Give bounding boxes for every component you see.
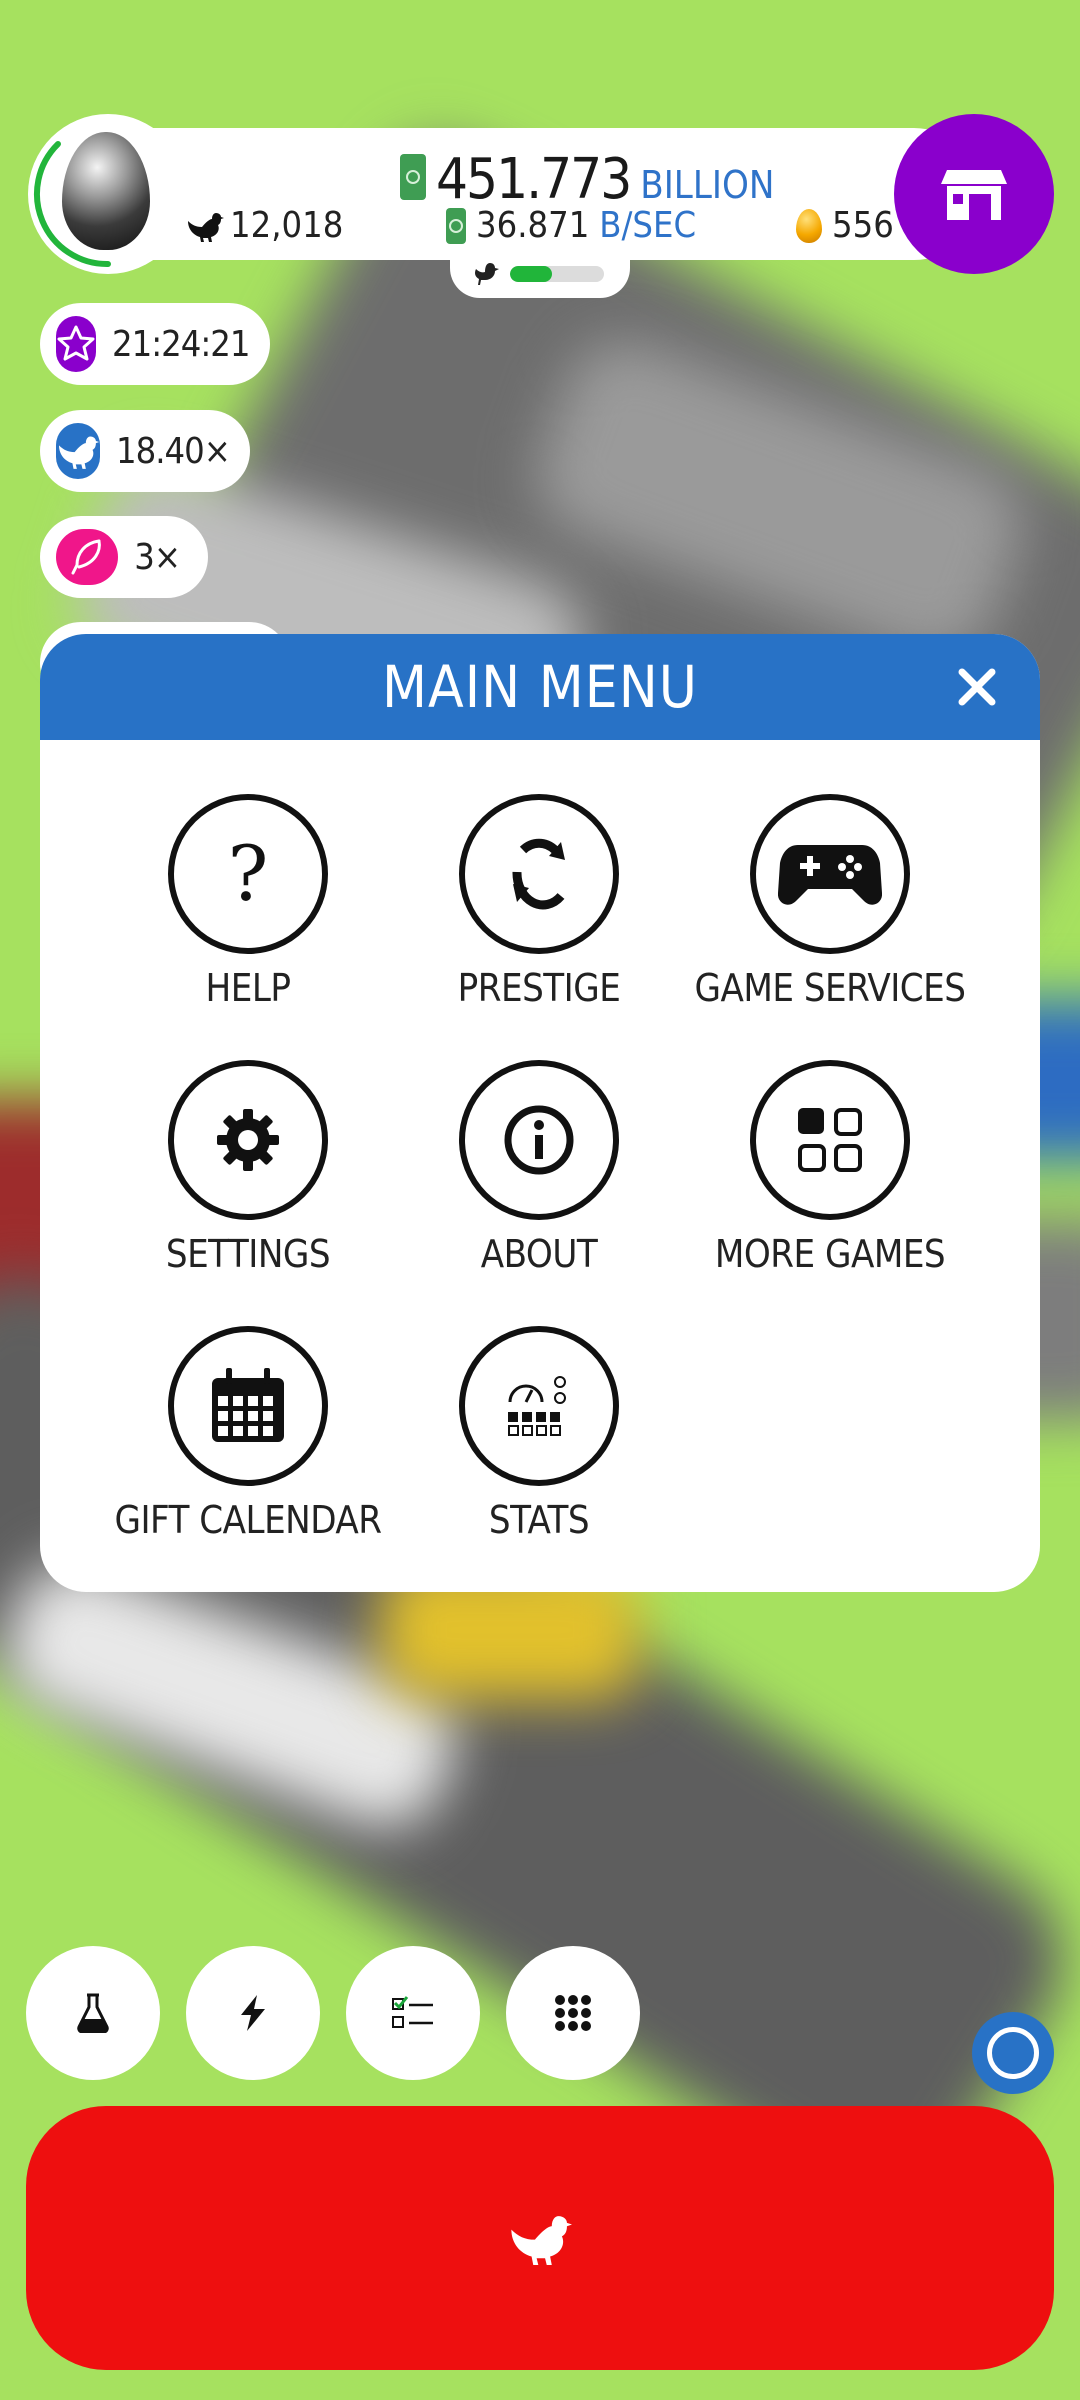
menu-item-stats[interactable]: STATS bbox=[394, 1326, 684, 1566]
menu-button[interactable] bbox=[506, 1946, 640, 2080]
chicken-multiplier: 18.40× bbox=[116, 430, 231, 472]
menu-item-help[interactable]: ? HELP bbox=[103, 794, 393, 1034]
habitat-progress-bar bbox=[510, 266, 604, 282]
chick-icon bbox=[475, 263, 499, 285]
feather-multiplier: 3× bbox=[134, 536, 181, 578]
chicken-count-value: 12,018 bbox=[230, 205, 344, 246]
calendar-icon bbox=[168, 1326, 328, 1486]
menu-item-label: ABOUT bbox=[480, 1232, 598, 1276]
chicken-count: 12,018 bbox=[186, 205, 343, 246]
cash-icon bbox=[400, 154, 426, 200]
boost-pill-feather[interactable]: 3× bbox=[40, 516, 208, 598]
close-icon bbox=[958, 668, 996, 706]
shop-button[interactable] bbox=[894, 114, 1054, 274]
menu-item-label: HELP bbox=[205, 966, 291, 1010]
hatch-chicken-button[interactable] bbox=[26, 2106, 1054, 2370]
shop-icon bbox=[941, 170, 1007, 220]
boost-pill-star[interactable]: 21:24:21 bbox=[40, 303, 270, 385]
dots-grid-icon bbox=[555, 1995, 591, 2031]
info-icon bbox=[459, 1060, 619, 1220]
flask-icon bbox=[77, 1993, 109, 2033]
main-menu-title: MAIN MENU bbox=[382, 653, 698, 721]
cash-icon bbox=[446, 207, 466, 244]
research-button[interactable] bbox=[26, 1946, 160, 2080]
money-display: 451.773 BILLION bbox=[400, 138, 774, 208]
menu-item-label: MORE GAMES bbox=[714, 1232, 946, 1276]
menu-item-about[interactable]: ABOUT bbox=[394, 1060, 684, 1300]
gamepad-icon bbox=[750, 794, 910, 954]
money-unit: BILLION bbox=[640, 163, 775, 207]
chicken-icon bbox=[188, 212, 224, 242]
checklist-icon bbox=[392, 1996, 433, 2028]
menu-item-label: GIFT CALENDAR bbox=[114, 1498, 382, 1542]
prestige-egg-icon bbox=[459, 794, 619, 954]
money-value: 451.773 bbox=[436, 147, 632, 212]
lightning-icon bbox=[241, 1995, 265, 2031]
stats-icon bbox=[459, 1326, 619, 1486]
golden-egg-icon bbox=[796, 208, 822, 243]
earning-rate: 36.871 B/SEC bbox=[446, 205, 696, 246]
menu-item-label: PRESTIGE bbox=[457, 966, 621, 1010]
golden-eggs: 556 bbox=[796, 205, 894, 246]
question-icon: ? bbox=[168, 794, 328, 954]
chicken-icon bbox=[56, 423, 100, 479]
earning-rate-value: 36.871 bbox=[476, 205, 590, 246]
grid-icon bbox=[750, 1060, 910, 1220]
chicken-icon bbox=[511, 2216, 572, 2265]
main-menu-modal: MAIN MENU ? HELP PRESTIGE GAME SERVICES … bbox=[40, 634, 1040, 1592]
menu-item-gift-calendar[interactable]: GIFT CALENDAR bbox=[103, 1326, 393, 1566]
menu-item-settings[interactable]: SETTINGS bbox=[103, 1060, 393, 1300]
main-menu-header: MAIN MENU bbox=[40, 634, 1040, 740]
close-button[interactable] bbox=[944, 654, 1010, 720]
menu-item-label: GAME SERVICES bbox=[694, 966, 966, 1010]
menu-item-label: STATS bbox=[488, 1498, 590, 1542]
menu-item-more-games[interactable]: MORE GAMES bbox=[685, 1060, 975, 1300]
missions-button[interactable] bbox=[346, 1946, 480, 2080]
habitat-progress-fill bbox=[510, 266, 553, 282]
floating-action-button[interactable] bbox=[972, 2012, 1054, 2094]
boost-pill-chicken[interactable]: 18.40× bbox=[40, 410, 250, 492]
menu-item-prestige[interactable]: PRESTIGE bbox=[394, 794, 684, 1034]
feather-icon bbox=[56, 529, 119, 585]
menu-item-game-services[interactable]: GAME SERVICES bbox=[685, 794, 975, 1034]
boost-timer: 21:24:21 bbox=[112, 323, 250, 365]
gear-icon bbox=[168, 1060, 328, 1220]
star-icon bbox=[56, 316, 96, 372]
menu-item-label: SETTINGS bbox=[165, 1232, 331, 1276]
boosts-button[interactable] bbox=[186, 1946, 320, 2080]
earning-rate-unit: B/SEC bbox=[599, 205, 697, 246]
golden-eggs-value: 556 bbox=[832, 205, 894, 246]
